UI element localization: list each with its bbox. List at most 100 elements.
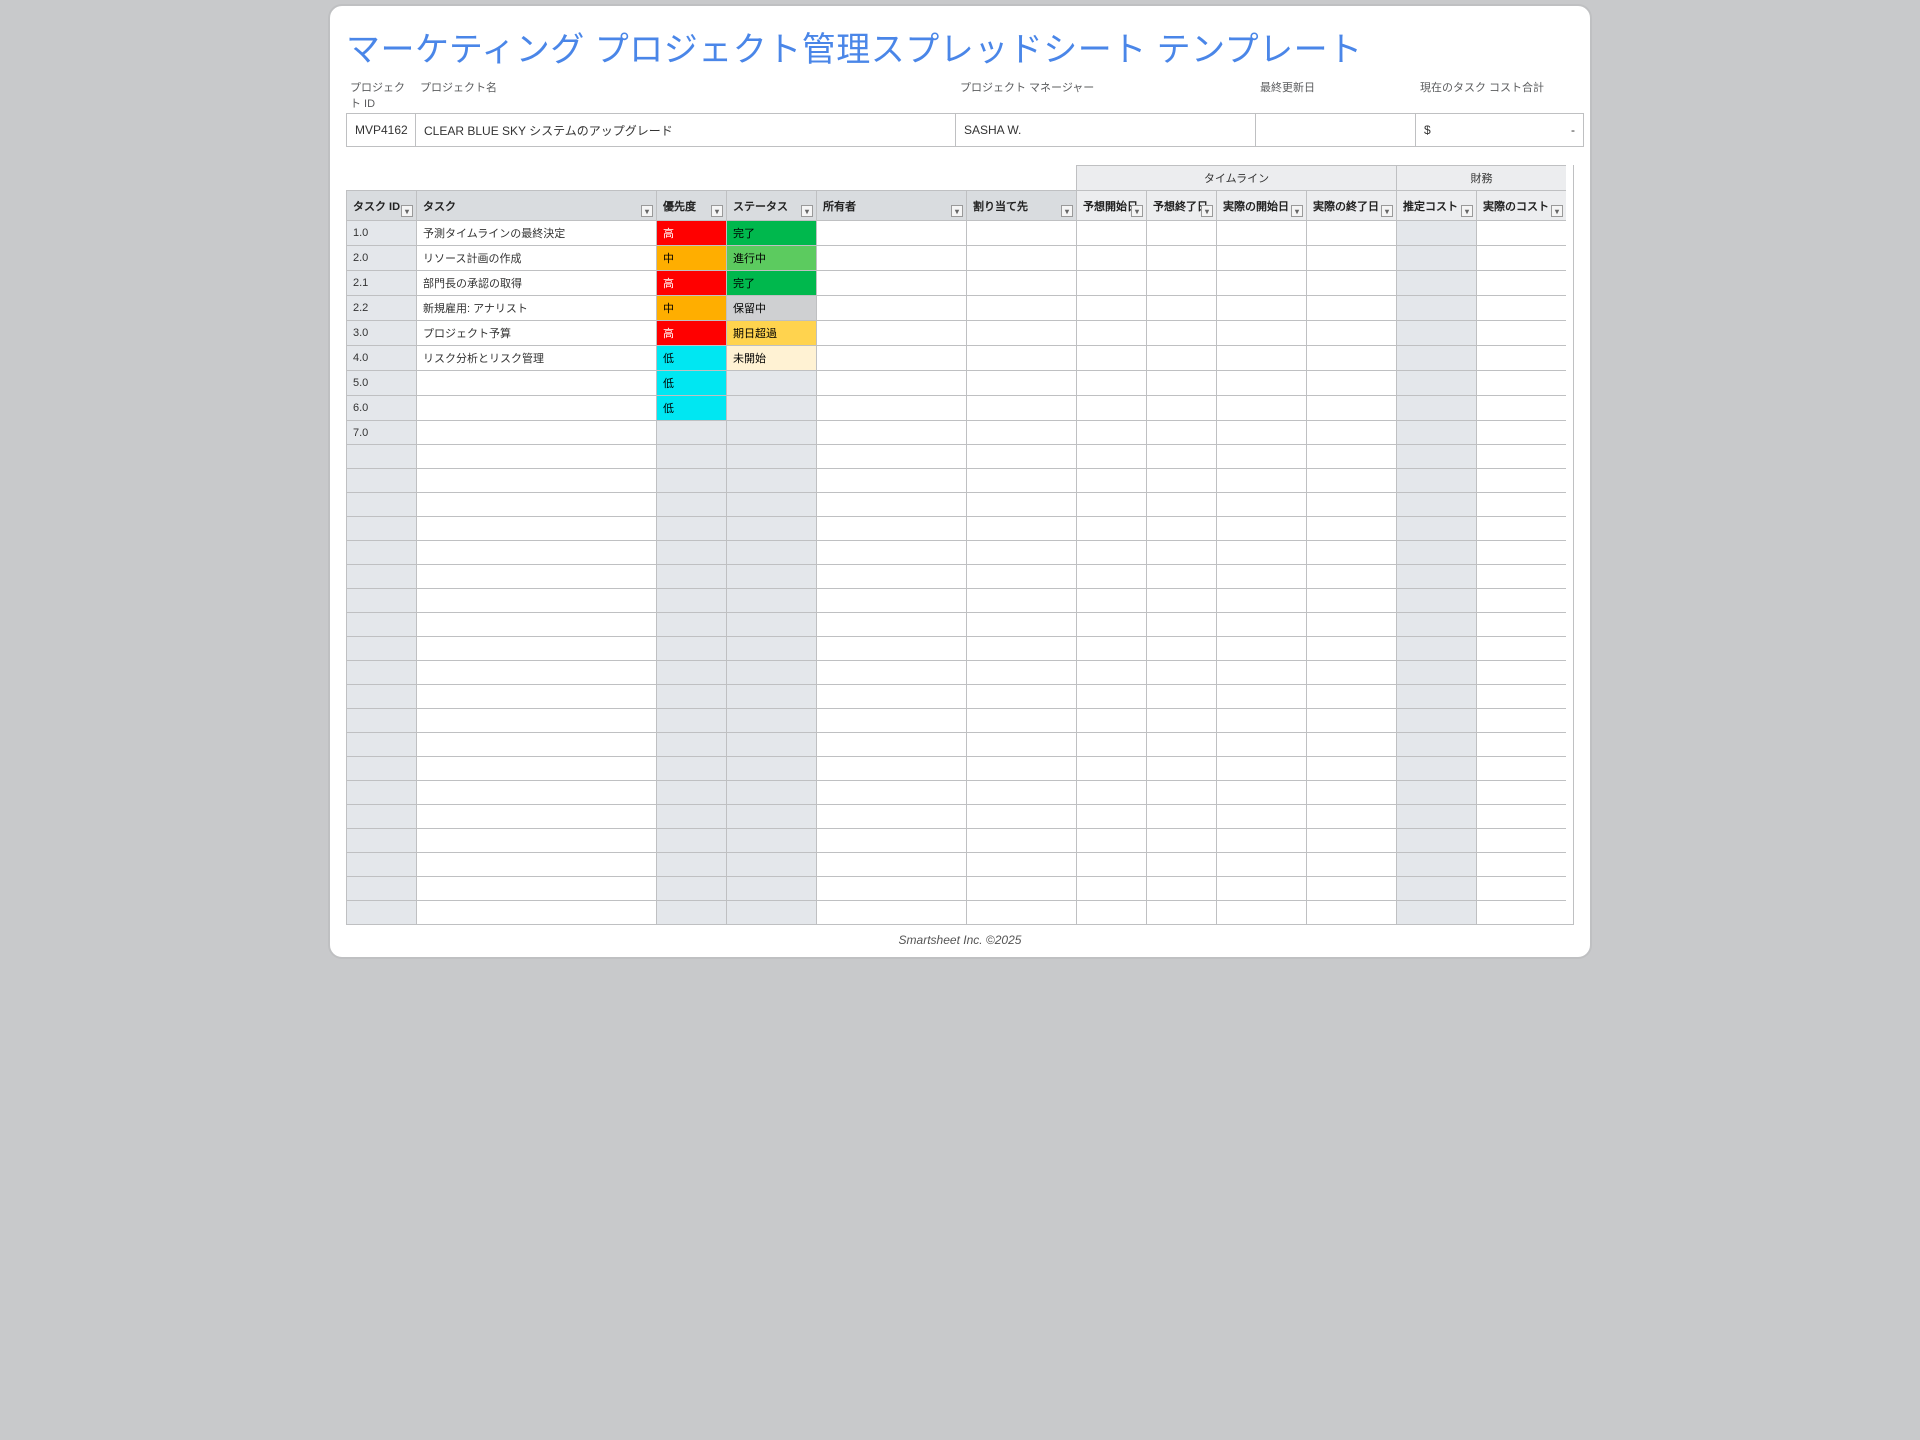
- cell-priority[interactable]: [656, 492, 726, 516]
- cell-est-cost[interactable]: [1396, 612, 1476, 636]
- cell-act-start[interactable]: [1216, 900, 1306, 924]
- cell-act-end[interactable]: [1306, 420, 1396, 444]
- cell-owner[interactable]: [816, 540, 966, 564]
- cell-task[interactable]: リスク分析とリスク管理: [416, 345, 656, 370]
- cell-act-cost[interactable]: [1476, 852, 1566, 876]
- cell-est-start[interactable]: [1076, 345, 1146, 370]
- cell-task[interactable]: [416, 492, 656, 516]
- cell-act-end[interactable]: [1306, 780, 1396, 804]
- cell-task-id[interactable]: [346, 852, 416, 876]
- cell-est-start[interactable]: [1076, 636, 1146, 660]
- cell-act-cost[interactable]: [1476, 270, 1566, 295]
- filter-icon[interactable]: [1201, 205, 1213, 217]
- cell-priority[interactable]: 高: [656, 220, 726, 245]
- cell-est-end[interactable]: [1146, 516, 1216, 540]
- cell-priority[interactable]: [656, 516, 726, 540]
- cell-status[interactable]: [726, 420, 816, 444]
- cell-priority[interactable]: [656, 636, 726, 660]
- cell-est-start[interactable]: [1076, 756, 1146, 780]
- value-project-manager[interactable]: SASHA W.: [956, 113, 1256, 147]
- cell-est-cost[interactable]: [1396, 780, 1476, 804]
- cell-act-start[interactable]: [1216, 444, 1306, 468]
- cell-act-cost[interactable]: [1476, 756, 1566, 780]
- cell-owner[interactable]: [816, 395, 966, 420]
- cell-task[interactable]: [416, 876, 656, 900]
- cell-act-start[interactable]: [1216, 540, 1306, 564]
- cell-task[interactable]: [416, 420, 656, 444]
- cell-act-end[interactable]: [1306, 852, 1396, 876]
- col-est-cost[interactable]: 推定コスト: [1396, 190, 1476, 220]
- cell-act-end[interactable]: [1306, 708, 1396, 732]
- cell-est-end[interactable]: [1146, 492, 1216, 516]
- col-est-end[interactable]: 予想終了日: [1146, 190, 1216, 220]
- value-last-updated[interactable]: [1256, 113, 1416, 147]
- cell-task-id[interactable]: 2.0: [346, 245, 416, 270]
- cell-assigned[interactable]: [966, 732, 1076, 756]
- cell-act-end[interactable]: [1306, 612, 1396, 636]
- cell-assigned[interactable]: [966, 828, 1076, 852]
- cell-priority[interactable]: [656, 660, 726, 684]
- cell-task-id[interactable]: 6.0: [346, 395, 416, 420]
- cell-task-id[interactable]: [346, 780, 416, 804]
- cell-act-start[interactable]: [1216, 370, 1306, 395]
- cell-task[interactable]: リソース計画の作成: [416, 245, 656, 270]
- cell-priority[interactable]: [656, 588, 726, 612]
- cell-est-cost[interactable]: [1396, 540, 1476, 564]
- cell-assigned[interactable]: [966, 756, 1076, 780]
- cell-act-start[interactable]: [1216, 828, 1306, 852]
- cell-status[interactable]: [726, 876, 816, 900]
- cell-task[interactable]: [416, 804, 656, 828]
- cell-status[interactable]: [726, 612, 816, 636]
- cell-act-start[interactable]: [1216, 780, 1306, 804]
- cell-act-cost[interactable]: [1476, 708, 1566, 732]
- cell-task-id[interactable]: [346, 876, 416, 900]
- cell-task-id[interactable]: 7.0: [346, 420, 416, 444]
- cell-owner[interactable]: [816, 636, 966, 660]
- col-act-end[interactable]: 実際の終了日: [1306, 190, 1396, 220]
- cell-assigned[interactable]: [966, 900, 1076, 924]
- cell-task-id[interactable]: 2.1: [346, 270, 416, 295]
- cell-priority[interactable]: [656, 708, 726, 732]
- cell-task-id[interactable]: 1.0: [346, 220, 416, 245]
- cell-assigned[interactable]: [966, 636, 1076, 660]
- cell-owner[interactable]: [816, 516, 966, 540]
- cell-task[interactable]: [416, 395, 656, 420]
- value-project-id[interactable]: MVP4162: [346, 113, 416, 147]
- cell-owner[interactable]: [816, 420, 966, 444]
- cell-est-cost[interactable]: [1396, 345, 1476, 370]
- cell-act-cost[interactable]: [1476, 420, 1566, 444]
- filter-icon[interactable]: [1061, 205, 1073, 217]
- cell-act-cost[interactable]: [1476, 564, 1566, 588]
- cell-priority[interactable]: 低: [656, 345, 726, 370]
- cell-status[interactable]: [726, 756, 816, 780]
- cell-act-cost[interactable]: [1476, 320, 1566, 345]
- cell-task[interactable]: [416, 444, 656, 468]
- cell-priority[interactable]: [656, 780, 726, 804]
- filter-icon[interactable]: [951, 205, 963, 217]
- cell-owner[interactable]: [816, 900, 966, 924]
- cell-owner[interactable]: [816, 876, 966, 900]
- cell-priority[interactable]: [656, 540, 726, 564]
- cell-owner[interactable]: [816, 295, 966, 320]
- cell-status[interactable]: [726, 588, 816, 612]
- cell-act-start[interactable]: [1216, 852, 1306, 876]
- cell-est-end[interactable]: [1146, 636, 1216, 660]
- cell-status[interactable]: [726, 516, 816, 540]
- cell-assigned[interactable]: [966, 245, 1076, 270]
- cell-assigned[interactable]: [966, 804, 1076, 828]
- cell-est-cost[interactable]: [1396, 444, 1476, 468]
- cell-act-start[interactable]: [1216, 270, 1306, 295]
- cell-est-start[interactable]: [1076, 468, 1146, 492]
- cell-task-id[interactable]: 5.0: [346, 370, 416, 395]
- cell-owner[interactable]: [816, 612, 966, 636]
- cell-act-cost[interactable]: [1476, 684, 1566, 708]
- cell-est-start[interactable]: [1076, 492, 1146, 516]
- cell-est-start[interactable]: [1076, 420, 1146, 444]
- cell-task[interactable]: [416, 588, 656, 612]
- cell-est-start[interactable]: [1076, 588, 1146, 612]
- filter-icon[interactable]: [1291, 205, 1303, 217]
- cell-est-cost[interactable]: [1396, 468, 1476, 492]
- value-project-name[interactable]: CLEAR BLUE SKY システムのアップグレード: [416, 113, 956, 147]
- cell-assigned[interactable]: [966, 295, 1076, 320]
- cell-owner[interactable]: [816, 220, 966, 245]
